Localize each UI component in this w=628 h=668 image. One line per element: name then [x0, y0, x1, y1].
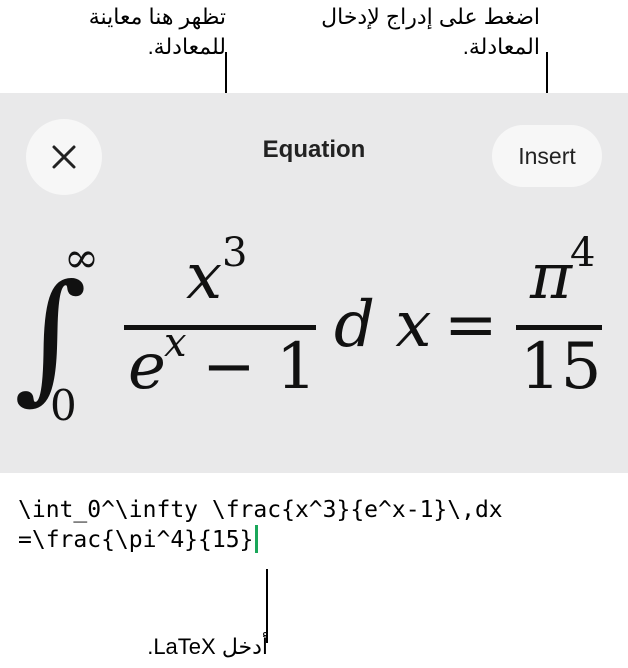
fraction-denominator-rest: − 1: [202, 330, 317, 404]
fraction-denominator-base: e: [128, 330, 166, 404]
equals-sign: =: [444, 288, 498, 362]
latex-line-1: \int_0^\infty \frac{x^3}{e^x-1}\,dx: [18, 497, 503, 523]
fraction-denominator-exp: x: [164, 320, 187, 366]
equation-preview: ∫ ∞ 0 x 3 e x − 1 d x = π 4 15: [14, 230, 602, 428]
rhs-denominator: 15: [520, 330, 601, 404]
latex-input[interactable]: \int_0^\infty \frac{x^3}{e^x-1}\,dx =\fr…: [0, 473, 628, 598]
latex-line-2: =\frac{\pi^4}{15}: [18, 527, 254, 553]
fraction-numerator-exp: 3: [222, 230, 247, 276]
close-button[interactable]: [26, 119, 102, 195]
integral-lower-limit: 0: [50, 381, 77, 428]
insert-button[interactable]: Insert: [492, 125, 602, 187]
sheet-title: Equation: [262, 136, 366, 163]
text-caret: [255, 525, 259, 553]
differential-term: d x: [334, 288, 431, 362]
equation-sheet: Equation Insert ∫ ∞ 0 x 3 e x − 1 d x = …: [0, 93, 628, 598]
close-icon: [52, 145, 76, 169]
integral-upper-limit: ∞: [64, 233, 99, 282]
latex-callout: أدخل LaTeX.: [147, 634, 268, 659]
rhs-numerator-base: π: [529, 240, 573, 314]
preview-callout: تظهر هنا معاينة للمعادلة.: [88, 4, 226, 59]
rhs-numerator-exp: 4: [570, 230, 595, 276]
latex-text: \int_0^\infty \frac{x^3}{e^x-1}\,dx =\fr…: [18, 495, 618, 555]
fraction-numerator-base: x: [186, 240, 222, 314]
insert-callout: اضغط على إدراج لإدخال المعادلة.: [321, 4, 540, 59]
